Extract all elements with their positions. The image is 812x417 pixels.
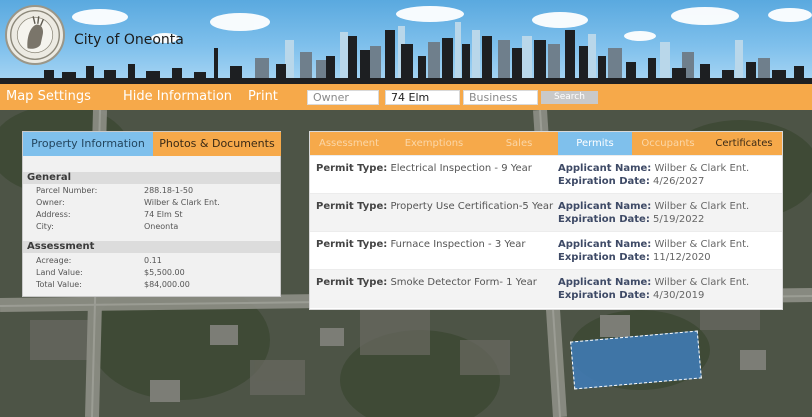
expiration-date: Expiration Date: 11/12/2020 — [558, 252, 711, 263]
permit-row: Permit Type: Electrical Inspection - 9 Y… — [310, 155, 782, 194]
tab-property-information[interactable]: Property Information — [23, 132, 153, 156]
expiration-date-label: Expiration Date: — [558, 214, 650, 225]
permit-row: Permit Type: Furnace Inspection - 3 Year… — [310, 231, 782, 270]
applicant-name-label: Applicant Name: — [558, 239, 652, 250]
table-row: Acreage: 0.11 — [23, 255, 280, 266]
permit-type: Permit Type: Electrical Inspection - 9 Y… — [316, 163, 532, 174]
acreage-label: Acreage: — [36, 256, 72, 265]
table-row: Total Value: $84,000.00 — [23, 279, 280, 290]
permits-panel: Assessment Exemptions Sales Permits Occu… — [309, 131, 783, 310]
land-value-value: $5,500.00 — [144, 268, 185, 277]
address-value: 74 Elm St — [144, 210, 183, 219]
property-tabs: Property Information Photos & Documents — [23, 132, 281, 156]
hide-information-link[interactable]: Hide Information — [123, 89, 232, 104]
applicant-name: Applicant Name: Wilber & Clark Ent. — [558, 163, 749, 174]
city-name-title: City of Oneonta — [74, 32, 184, 48]
table-row: Owner: Wilber & Clark Ent. — [23, 197, 280, 208]
table-row: Address: 74 Elm St — [23, 209, 280, 220]
permit-type-value: Smoke Detector Form- 1 Year — [390, 277, 537, 288]
tab-certificates[interactable]: Certificates — [704, 132, 784, 155]
tab-assessment[interactable]: Assessment — [310, 132, 388, 155]
property-info-panel: Property Information Photos & Documents … — [22, 131, 281, 297]
land-value-label: Land Value: — [36, 268, 83, 277]
applicant-name-value: Wilber & Clark Ent. — [654, 277, 750, 288]
expiration-date: Expiration Date: 4/30/2019 — [558, 290, 704, 301]
expiration-date: Expiration Date: 5/19/2022 — [558, 214, 704, 225]
applicant-name-value: Wilber & Clark Ent. — [654, 239, 750, 250]
tab-exemptions[interactable]: Exemptions — [388, 132, 480, 155]
tab-permits[interactable]: Permits — [558, 132, 632, 155]
permit-row: Permit Type: Smoke Detector Form- 1 Year… — [310, 269, 782, 308]
parcel-number-value: 288.18-1-50 — [144, 186, 194, 195]
expiration-date-label: Expiration Date: — [558, 290, 650, 301]
expiration-date: Expiration Date: 4/26/2027 — [558, 176, 704, 187]
applicant-name: Applicant Name: Wilber & Clark Ent. — [558, 201, 749, 212]
city-label: City: — [36, 222, 54, 231]
general-heading: General — [23, 172, 280, 184]
permit-type-label: Permit Type: — [316, 163, 388, 174]
applicant-name-label: Applicant Name: — [558, 163, 652, 174]
permit-type: Permit Type: Smoke Detector Form- 1 Year — [316, 277, 537, 288]
applicant-name-value: Wilber & Clark Ent. — [654, 163, 750, 174]
total-value-label: Total Value: — [36, 280, 82, 289]
permit-type-value: Property Use Certification-5 Year — [390, 201, 554, 212]
expiration-date-label: Expiration Date: — [558, 176, 650, 187]
permit-type-value: Furnace Inspection - 3 Year — [390, 239, 526, 250]
table-row: City: Oneonta — [23, 221, 280, 232]
applicant-name: Applicant Name: Wilber & Clark Ent. — [558, 239, 749, 250]
business-search-input[interactable]: Business — [463, 90, 538, 105]
assessment-heading: Assessment — [23, 241, 280, 253]
permit-type-label: Permit Type: — [316, 239, 388, 250]
city-seal-icon — [5, 5, 65, 65]
tab-photos-documents[interactable]: Photos & Documents — [153, 132, 281, 156]
search-button[interactable]: Search — [541, 91, 598, 104]
applicant-name-label: Applicant Name: — [558, 277, 652, 288]
applicant-name: Applicant Name: Wilber & Clark Ent. — [558, 277, 749, 288]
applicant-name-label: Applicant Name: — [558, 201, 652, 212]
expiration-date-label: Expiration Date: — [558, 252, 650, 263]
owner-search-input[interactable]: Owner — [307, 90, 379, 105]
permit-type: Permit Type: Property Use Certification-… — [316, 201, 553, 212]
acreage-value: 0.11 — [144, 256, 162, 265]
owner-value: Wilber & Clark Ent. — [144, 198, 220, 207]
tab-sales[interactable]: Sales — [480, 132, 558, 155]
permit-type-value: Electrical Inspection - 9 Year — [390, 163, 532, 174]
print-link[interactable]: Print — [248, 89, 278, 104]
permit-type: Permit Type: Furnace Inspection - 3 Year — [316, 239, 526, 250]
permit-type-label: Permit Type: — [316, 277, 388, 288]
parcel-number-label: Parcel Number: — [36, 186, 98, 195]
city-value: Oneonta — [144, 222, 179, 231]
applicant-name-value: Wilber & Clark Ent. — [654, 201, 750, 212]
expiration-date-value: 4/26/2027 — [653, 176, 705, 187]
tab-occupants[interactable]: Occupants — [632, 132, 704, 155]
table-row: Parcel Number: 288.18-1-50 — [23, 185, 280, 196]
table-row: Land Value: $5,500.00 — [23, 267, 280, 278]
address-label: Address: — [36, 210, 71, 219]
permit-row: Permit Type: Property Use Certification-… — [310, 193, 782, 232]
detail-tabs: Assessment Exemptions Sales Permits Occu… — [310, 132, 782, 155]
permit-type-label: Permit Type: — [316, 201, 388, 212]
total-value-value: $84,000.00 — [144, 280, 190, 289]
owner-label: Owner: — [36, 198, 65, 207]
header-banner: City of Oneonta — [0, 0, 812, 84]
expiration-date-value: 11/12/2020 — [653, 252, 711, 263]
map-settings-link[interactable]: Map Settings — [6, 89, 91, 104]
expiration-date-value: 5/19/2022 — [653, 214, 705, 225]
address-search-input[interactable]: 74 Elm — [385, 90, 460, 105]
toolbar: Map Settings Hide Information Print Owne… — [0, 84, 812, 110]
expiration-date-value: 4/30/2019 — [653, 290, 705, 301]
